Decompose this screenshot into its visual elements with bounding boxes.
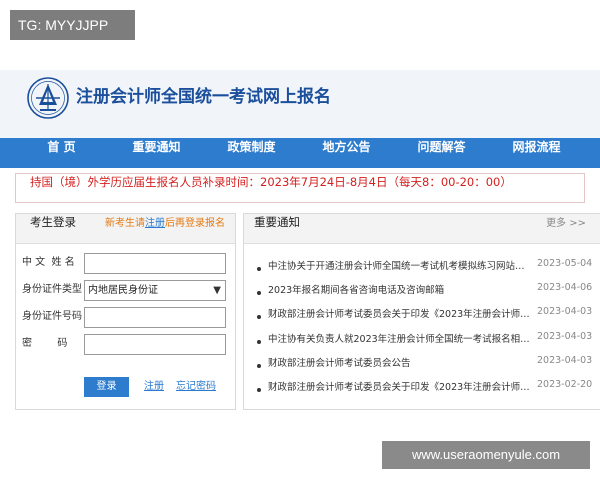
news-title: 重要通知 (254, 215, 300, 229)
nav-item-registration-process[interactable]: 网报流程 (489, 138, 584, 168)
chevron-down-icon: ▼ (213, 285, 221, 296)
password-row: 密 码 (22, 334, 230, 356)
news-item-date: 2023-04-03 (537, 354, 593, 366)
news-item-date: 2023-04-06 (537, 282, 593, 294)
news-item-date: 2023-02-20 (537, 378, 593, 390)
bullet-icon (257, 267, 261, 271)
nav-item-local-announcements[interactable]: 地方公告 (299, 138, 394, 168)
news-more-link[interactable]: 更多 >> (546, 214, 586, 229)
news-item-title[interactable]: 中注协有关负责人就2023年注册会计师全国统一考试报名相… (268, 331, 534, 345)
password-input[interactable] (84, 334, 226, 355)
nav-item-important-notices[interactable]: 重要通知 (109, 138, 204, 168)
id-number-label: 身份证件号码 (22, 311, 82, 322)
nav-item-home[interactable]: 首 页 (14, 138, 109, 168)
id-number-input[interactable] (84, 307, 226, 328)
site-title: 注册会计师全国统一考试网上报名 (76, 87, 331, 107)
tg-watermark-label: TG: MYYJJPP (10, 10, 135, 40)
page: TG: MYYJJPP 注册会计师全国统一考试网上报名 首 页 重要通知 政策制… (0, 0, 600, 480)
news-item-title[interactable]: 中注协关于开通注册会计师全国统一考试机考模拟练习网站的公… (268, 258, 534, 272)
bullet-icon (257, 387, 261, 392)
name-row: 中 文 姓 名 (22, 253, 230, 275)
news-panel-header: 重要通知 更多 >> (244, 214, 600, 244)
login-panel: 考生登录 新考生请注册后再登录报名 中 文 姓 名 身份证件类型 内地居民身份证… (15, 213, 236, 410)
notice-banner: 持国（境）外学历应届生报名人员补录时间：2023年7月24日-8月4日（每天8：… (15, 173, 585, 203)
nav-item-faq[interactable]: 问题解答 (394, 138, 489, 168)
login-hint-prefix: 新考生请 (105, 218, 145, 229)
login-button[interactable]: 登录 (84, 377, 129, 397)
register-link[interactable]: 注册 (144, 377, 164, 392)
bullet-icon (257, 339, 261, 344)
name-label: 中 文 姓 名 (22, 257, 75, 268)
url-watermark-label: www.useraomenyule.com (382, 441, 590, 469)
news-item[interactable]: 财政部注册会计师考试委员会关于印发《2023年注册会计师… 2023-04-03 (244, 306, 600, 330)
news-item[interactable]: 中注协关于开通注册会计师全国统一考试机考模拟练习网站的公… 2023-05-04 (244, 258, 600, 282)
news-list: 中注协关于开通注册会计师全国统一考试机考模拟练习网站的公… 2023-05-04… (244, 258, 600, 403)
login-hint-suffix: 后再登录报名 (165, 218, 225, 229)
password-label: 密 码 (22, 338, 68, 349)
news-item-title[interactable]: 财政部注册会计师考试委员会关于印发《2023年注册会计师… (268, 306, 534, 320)
hint-register-link[interactable]: 注册 (145, 218, 165, 229)
forgot-password-link[interactable]: 忘记密码 (176, 377, 216, 392)
id-type-label: 身份证件类型 (22, 284, 82, 295)
news-item-title[interactable]: 财政部注册会计师考试委员会关于印发《2023年注册会计师… (268, 379, 534, 393)
login-panel-header: 考生登录 新考生请注册后再登录报名 (16, 214, 235, 244)
news-item-title[interactable]: 2023年报名期间各省咨询电话及咨询邮箱 (268, 282, 534, 296)
news-item-date: 2023-04-03 (537, 330, 593, 342)
news-item-title[interactable]: 财政部注册会计师考试委员会公告 (268, 355, 534, 369)
news-item[interactable]: 2023年报名期间各省咨询电话及咨询邮箱 2023-04-06 (244, 282, 600, 306)
id-type-row: 身份证件类型 内地居民身份证 ▼ (22, 280, 230, 302)
id-type-select[interactable]: 内地居民身份证 ▼ (84, 280, 226, 301)
bullet-icon (257, 363, 261, 368)
login-title: 考生登录 (30, 215, 76, 229)
news-item[interactable]: 财政部注册会计师考试委员会公告 2023-04-03 (244, 355, 600, 379)
id-number-row: 身份证件号码 (22, 307, 230, 329)
main-nav: 首 页 重要通知 政策制度 地方公告 问题解答 网报流程 (0, 138, 600, 168)
news-item[interactable]: 中注协有关负责人就2023年注册会计师全国统一考试报名相… 2023-04-03 (244, 331, 600, 355)
bullet-icon (257, 315, 261, 320)
name-input[interactable] (84, 253, 226, 274)
news-item[interactable]: 财政部注册会计师考试委员会关于印发《2023年注册会计师… 2023-02-20 (244, 379, 600, 403)
news-item-date: 2023-05-04 (537, 258, 593, 269)
login-hint: 新考生请注册后再登录报名 (105, 214, 225, 229)
news-item-date: 2023-04-03 (537, 306, 593, 318)
nav-item-policies[interactable]: 政策制度 (204, 138, 299, 168)
cicpa-logo-icon (26, 76, 70, 120)
id-type-value: 内地居民身份证 (88, 285, 158, 296)
bullet-icon (257, 291, 261, 296)
news-panel: 重要通知 更多 >> 中注协关于开通注册会计师全国统一考试机考模拟练习网站的公…… (243, 213, 600, 410)
